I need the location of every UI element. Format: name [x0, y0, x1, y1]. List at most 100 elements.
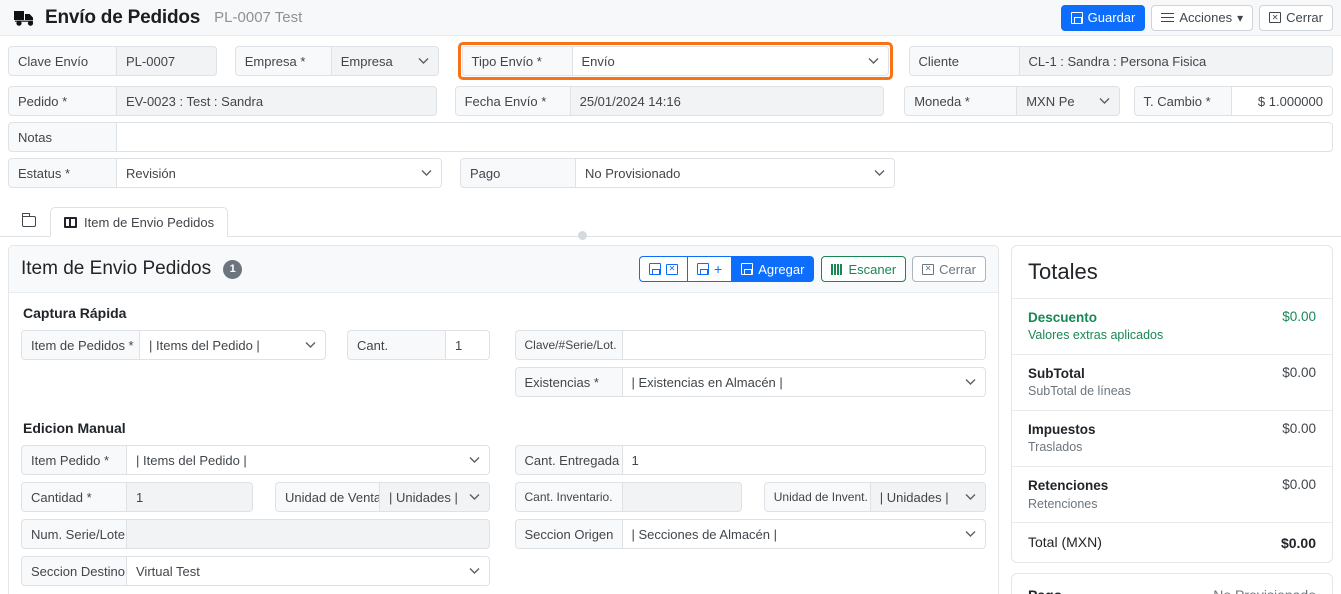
tipo-envio-highlight: Tipo Envío * Envío	[457, 42, 893, 80]
save-icon	[741, 263, 754, 275]
item-panel: Item de Envio Pedidos 1 ✕ + Agregar Esca…	[8, 245, 999, 594]
field-tcambio-value[interactable]: $ 1.000000	[1230, 86, 1333, 116]
chevron-down-icon	[965, 531, 976, 538]
save-and-close-button[interactable]: ✕	[639, 256, 688, 282]
field-pedido-value[interactable]: EV-0023 : Test : Sandra	[116, 86, 437, 116]
field-clave-envio[interactable]: Clave Envío PL-0007	[8, 46, 217, 76]
field-notas-value[interactable]	[116, 122, 1333, 152]
header-form-row-3: Notas	[8, 122, 1333, 152]
edicion-manual-row-7: Seccion Origen | Secciones de Almacén |	[514, 519, 986, 549]
field-existencias[interactable]: Existencias * | Existencias en Almacén |	[514, 367, 986, 397]
totales-row-impuestos-text: Impuestos Traslados	[1028, 421, 1096, 456]
totales-row-impuestos-name: Impuestos	[1028, 422, 1096, 438]
save-and-new-button[interactable]: +	[687, 256, 732, 282]
totales-row-total-name: Total (MXN)	[1028, 534, 1102, 551]
field-moneda-label: Moneda *	[904, 86, 1017, 116]
field-estatus[interactable]: Estatus * Revisión	[8, 158, 442, 188]
field-moneda[interactable]: Moneda * MXN Pe	[904, 86, 1120, 116]
tab-folder[interactable]	[8, 206, 50, 236]
field-cliente[interactable]: Cliente CL-1 : Sandra : Persona Fisica	[908, 46, 1333, 76]
field-existencias-label: Existencias *	[514, 367, 622, 397]
field-seccion-origen-value[interactable]: | Secciones de Almacén |	[621, 519, 986, 549]
field-empresa[interactable]: Empresa * Empresa	[234, 46, 439, 76]
chevron-down-icon	[874, 170, 885, 177]
field-item-de-pedidos-value[interactable]: | Items del Pedido |	[139, 330, 326, 360]
folder-icon	[21, 212, 36, 227]
totales-row-subtotal-desc: SubTotal de líneas	[1028, 384, 1131, 399]
field-empresa-text: Empresa	[340, 53, 393, 69]
header-form-row-1: Clave Envío PL-0007 Empresa * Empresa Ti…	[8, 42, 1333, 80]
field-estatus-value[interactable]: Revisión	[116, 158, 442, 188]
close-button[interactable]: ✕ Cerrar	[1259, 4, 1333, 31]
field-seccion-destino-value[interactable]: Virtual Test	[126, 556, 490, 586]
field-moneda-value[interactable]: MXN Pe	[1016, 86, 1120, 116]
totales-row-retenciones-name: Retenciones	[1028, 478, 1109, 494]
page-title: Envío de Pedidos	[45, 6, 201, 28]
field-item-pedido-value[interactable]: | Items del Pedido |	[126, 445, 490, 475]
field-cant-value[interactable]: 1	[445, 330, 490, 360]
field-cant-entregada[interactable]: Cant. Entregada 1	[514, 445, 986, 475]
barcode-icon	[831, 263, 843, 275]
totales-row-descuento-desc: Valores extras aplicados	[1028, 328, 1164, 343]
field-tipo-envio-value[interactable]: Envío	[571, 46, 889, 76]
chevron-down-icon	[421, 170, 432, 177]
field-unidad-de-invent[interactable]: Unidad de Invent. * | Unidades |	[763, 482, 986, 512]
field-notas[interactable]: Notas	[8, 122, 1333, 152]
field-clave-serie-lote-value[interactable]	[621, 330, 986, 360]
field-unidad-de-invent-value[interactable]: | Unidades |	[869, 482, 986, 512]
tab-item-de-envio-pedidos[interactable]: Item de Envio Pedidos	[50, 207, 229, 237]
splitter-drag-handle[interactable]	[578, 231, 587, 240]
actions-button[interactable]: Acciones ▾	[1151, 4, 1254, 31]
field-cant-entregada-value[interactable]: 1	[621, 445, 986, 475]
save-button[interactable]: Guardar	[1060, 4, 1146, 31]
field-cliente-value[interactable]: CL-1 : Sandra : Persona Fisica	[1018, 46, 1333, 76]
field-cant-inventario[interactable]: Cant. Inventario.	[514, 482, 742, 512]
field-clave-envio-value[interactable]: PL-0007	[116, 46, 217, 76]
field-seccion-destino[interactable]: Seccion Destino Virtual Test	[21, 556, 490, 586]
field-cantidad-label: Cantidad *	[21, 482, 126, 512]
item-close-button[interactable]: ✕ Cerrar	[912, 256, 986, 282]
field-num-serie-lote-value[interactable]	[126, 519, 490, 549]
scanner-button[interactable]: Escaner	[821, 256, 907, 282]
totales-row-retenciones-desc: Retenciones	[1028, 496, 1098, 511]
field-cant-inventario-value[interactable]	[621, 482, 742, 512]
field-pago[interactable]: Pago No Provisionado	[460, 158, 895, 188]
item-toolbar: ✕ + Agregar	[639, 256, 815, 282]
edicion-manual-row-3: Num. Serie/Lote	[21, 519, 493, 549]
field-seccion-destino-text: Virtual Test	[136, 563, 200, 579]
field-pago-value[interactable]: No Provisionado	[575, 158, 895, 188]
field-cantidad[interactable]: Cantidad * 1	[21, 482, 253, 512]
field-empresa-value[interactable]: Empresa	[330, 46, 439, 76]
field-clave-serie-lote-label: Clave/#Serie/Lot.	[514, 330, 622, 360]
field-fecha-envio[interactable]: Fecha Envío * 25/01/2024 14:16	[454, 86, 885, 116]
field-cantidad-value[interactable]: 1	[126, 482, 253, 512]
field-unidad-de-venta-value[interactable]: | Unidades |	[379, 482, 490, 512]
field-tipo-envio[interactable]: Tipo Envío * Envío	[461, 46, 889, 76]
field-item-de-pedidos[interactable]: Item de Pedidos * | Items del Pedido |	[21, 330, 326, 360]
field-unidad-de-venta-label: Unidad de Venta	[275, 482, 379, 512]
edicion-manual-row-1: Item Pedido * | Items del Pedido |	[21, 445, 493, 475]
field-item-pedido-label: Item Pedido *	[21, 445, 126, 475]
field-num-serie-lote[interactable]: Num. Serie/Lote	[21, 519, 490, 549]
field-tcambio[interactable]: T. Cambio * $ 1.000000	[1133, 86, 1333, 116]
field-unidad-de-venta[interactable]: Unidad de Venta | Unidades |	[275, 482, 490, 512]
chevron-down-icon: ▾	[1237, 10, 1244, 25]
add-item-button[interactable]: Agregar	[731, 256, 815, 282]
field-cant[interactable]: Cant. 1	[347, 330, 490, 360]
field-tipo-envio-text: Envío	[581, 53, 615, 69]
close-button-label: Cerrar	[1286, 10, 1323, 25]
totales-row-retenciones-amount: $0.00	[1282, 477, 1316, 493]
field-unidad-de-venta-text: | Unidades |	[389, 489, 458, 505]
field-seccion-origen[interactable]: Seccion Origen | Secciones de Almacén |	[514, 519, 986, 549]
totales-row-retenciones: Retenciones Retenciones $0.00	[1012, 467, 1332, 524]
field-item-pedido[interactable]: Item Pedido * | Items del Pedido |	[21, 445, 490, 475]
field-existencias-value[interactable]: | Existencias en Almacén |	[621, 367, 986, 397]
chevron-down-icon	[965, 494, 976, 501]
field-cant-inventario-label: Cant. Inventario.	[514, 482, 622, 512]
field-clave-serie-lote[interactable]: Clave/#Serie/Lot.	[514, 330, 986, 360]
totales-row-descuento-name: Descuento	[1028, 310, 1098, 325]
field-pedido[interactable]: Pedido * EV-0023 : Test : Sandra	[8, 86, 437, 116]
field-fecha-envio-value[interactable]: 25/01/2024 14:16	[569, 86, 885, 116]
chevron-down-icon	[469, 457, 480, 464]
close-icon: ✕	[666, 263, 679, 275]
